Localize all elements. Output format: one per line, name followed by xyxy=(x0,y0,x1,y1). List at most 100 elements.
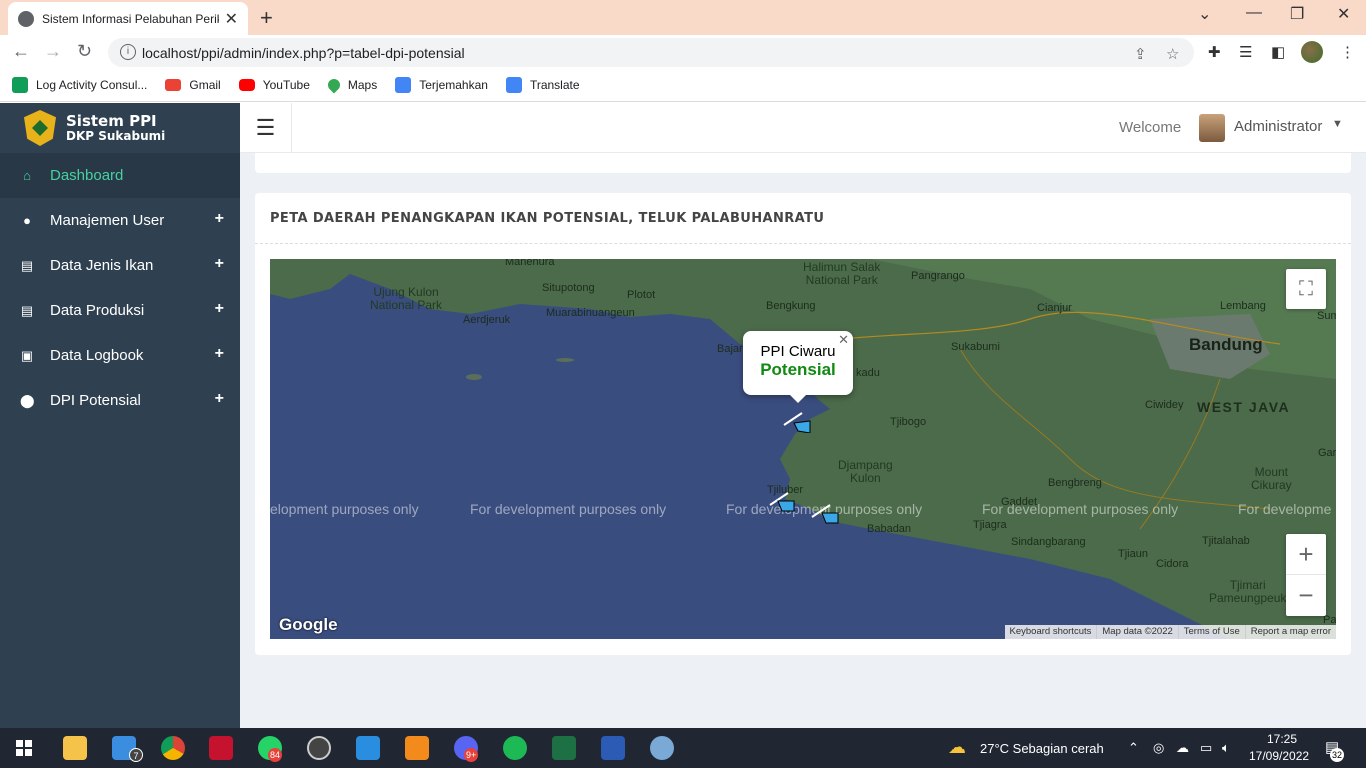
tab-search-icon[interactable]: ⌄ xyxy=(1198,4,1211,24)
close-icon[interactable]: ✕ xyxy=(838,332,849,348)
fishing-boat-marker-icon[interactable] xyxy=(768,489,798,513)
sidebar-item-dpi-potensial[interactable]: ⬤ DPI Potensial + xyxy=(0,378,240,423)
map-attribution: Keyboard shortcuts Map data ©2022 Terms … xyxy=(1004,625,1336,639)
bookmark-youtube[interactable]: YouTube xyxy=(238,78,310,92)
webcam-icon[interactable]: ◎ xyxy=(1153,740,1164,756)
user-icon: ● xyxy=(23,213,31,228)
obs-icon[interactable] xyxy=(307,736,331,760)
restore-icon[interactable]: ❐ xyxy=(1290,4,1304,24)
sidebar-item-manajemen-user[interactable]: ● Manajemen User + xyxy=(0,198,240,243)
bookmark-maps[interactable]: Maps xyxy=(325,76,377,94)
windows-start-icon[interactable] xyxy=(16,740,32,756)
site-info-icon[interactable]: i xyxy=(120,44,136,60)
bookmark-star-icon[interactable]: ☆ xyxy=(1166,45,1179,63)
onedrive-icon[interactable]: ☁ xyxy=(1176,740,1189,756)
close-tab-icon[interactable]: ✕ xyxy=(225,9,238,29)
archive-icon: ▣ xyxy=(20,347,34,363)
sidebar-item-dashboard[interactable]: ⌂ Dashboard xyxy=(0,153,240,198)
paint-icon[interactable] xyxy=(650,736,674,760)
map-label-lembang: Lembang xyxy=(1220,300,1266,312)
map-label-situpotong: Situpotong xyxy=(542,282,595,294)
bookmark-terjemahkan[interactable]: Terjemahkan xyxy=(395,77,488,93)
expand-icon: + xyxy=(214,300,224,317)
google-logo[interactable]: Google xyxy=(279,615,338,635)
close-window-icon[interactable]: ✕ xyxy=(1337,4,1350,24)
fishing-boat-marker-icon[interactable] xyxy=(810,501,840,525)
network-icon[interactable]: ▭ xyxy=(1200,740,1212,756)
app-area: Sistem PPI DKP Sukabumi ⌂ Dashboard ● Ma… xyxy=(0,103,1366,728)
word-icon[interactable] xyxy=(601,736,625,760)
map-label-ciwidey: Ciwidey xyxy=(1145,399,1184,411)
back-icon[interactable]: ← xyxy=(12,41,30,62)
user-menu[interactable]: Administrator xyxy=(1234,118,1322,135)
map-data-text: Map data ©2022 xyxy=(1096,625,1177,639)
maps-pin-icon xyxy=(325,76,343,94)
browser-tab[interactable]: Sistem Informasi Pelabuhan Perik ✕ xyxy=(8,2,248,35)
zoom-out-button[interactable]: − xyxy=(1286,575,1326,616)
translate-icon xyxy=(505,77,522,93)
fishing-boat-marker-icon[interactable] xyxy=(782,409,812,433)
minimize-icon[interactable]: — xyxy=(1246,4,1262,22)
file-icon: ▤ xyxy=(20,302,34,318)
expand-icon: + xyxy=(214,345,224,362)
user-avatar[interactable] xyxy=(1199,114,1225,142)
forward-icon[interactable]: → xyxy=(44,41,62,62)
brand[interactable]: Sistem PPI DKP Sukabumi xyxy=(0,103,240,153)
menu-toggle-icon[interactable]: ☰ xyxy=(240,103,292,153)
top-navbar: ☰ Welcome Administrator ▼ xyxy=(240,103,1366,153)
address-bar[interactable]: i localhost/ppi/admin/index.php?p=tabel-… xyxy=(108,38,1194,67)
file-explorer-icon[interactable] xyxy=(63,736,87,760)
caret-down-icon[interactable]: ▼ xyxy=(1332,118,1343,130)
brand-title: Sistem PPI xyxy=(66,112,157,131)
extensions-icon[interactable]: ✚ xyxy=(1208,43,1221,61)
bookmark-gmail[interactable]: Gmail xyxy=(165,78,221,92)
map-label-aerdjeruk: Aerdjeruk xyxy=(463,314,511,326)
map-watermark: For development purposes only xyxy=(982,501,1179,517)
sidebar-item-data-logbook[interactable]: ▣ Data Logbook + xyxy=(0,333,240,378)
expand-icon: + xyxy=(214,390,224,407)
share-icon[interactable]: ⇪ xyxy=(1134,45,1147,63)
sidebar-item-data-jenis-ikan[interactable]: ▤ Data Jenis Ikan + xyxy=(0,243,240,288)
map-label-west-java: WEST JAVA xyxy=(1197,399,1291,415)
reload-icon[interactable]: ↻ xyxy=(77,41,92,62)
chevron-up-icon[interactable]: ⌃ xyxy=(1128,740,1139,756)
map-label-plotot: Plotot xyxy=(627,289,656,301)
map-label-gar: Gar xyxy=(1318,447,1336,459)
sidebar-item-data-produksi[interactable]: ▤ Data Produksi + xyxy=(0,288,240,333)
map-label-bengbreng: Bengbreng xyxy=(1048,477,1102,489)
popup-status: Potensial xyxy=(760,360,836,379)
map-label-sum: Sum xyxy=(1317,310,1336,322)
map-label-babadan: Babadan xyxy=(867,523,912,535)
profile-avatar[interactable] xyxy=(1301,41,1323,63)
keyboard-shortcuts-link[interactable]: Keyboard shortcuts xyxy=(1005,625,1097,639)
map-marker-icon: ⬤ xyxy=(20,392,35,408)
map-label-tjiaun: Tjiaun xyxy=(1118,548,1148,560)
side-panel-icon[interactable]: ◧ xyxy=(1271,43,1285,61)
xampp-icon[interactable] xyxy=(405,736,429,760)
valorant-icon[interactable] xyxy=(209,736,233,760)
clock-time[interactable]: 17:25 xyxy=(1267,732,1297,746)
media-control-icon[interactable]: ☰ xyxy=(1239,43,1252,61)
chrome-menu-icon[interactable]: ⋮ xyxy=(1340,43,1355,61)
volume-icon[interactable]: 🔈︎ xyxy=(1222,740,1230,756)
mail-badge: 7 xyxy=(129,748,143,762)
spotify-icon[interactable] xyxy=(503,736,527,760)
report-error-link[interactable]: Report a map error xyxy=(1244,625,1336,639)
fullscreen-button[interactable]: ⛶ xyxy=(1286,269,1326,309)
chrome-icon[interactable] xyxy=(161,736,185,760)
bookmark-translate[interactable]: Translate xyxy=(505,77,580,93)
new-tab-icon[interactable]: + xyxy=(260,5,273,31)
weather-text[interactable]: 27°C Sebagian cerah xyxy=(980,741,1104,756)
zoom-in-button[interactable]: + xyxy=(1286,534,1326,575)
excel-icon[interactable] xyxy=(552,736,576,760)
bookmark-log-activity[interactable]: Log Activity Consul... xyxy=(12,77,147,93)
brand-subtitle: DKP Sukabumi xyxy=(66,128,166,143)
translate-icon xyxy=(395,77,412,93)
map-label-cianjur: Cianjur xyxy=(1037,302,1072,314)
map-view[interactable]: Halimun Salak National Park Ujung Kulon … xyxy=(270,259,1336,639)
vscode-icon[interactable] xyxy=(356,736,380,760)
weather-icon[interactable]: ☁ xyxy=(948,737,966,758)
clock-date[interactable]: 17/09/2022 xyxy=(1249,749,1309,763)
map-label-tjiagra: Tjiagra xyxy=(973,519,1007,531)
terms-link[interactable]: Terms of Use xyxy=(1177,625,1245,639)
